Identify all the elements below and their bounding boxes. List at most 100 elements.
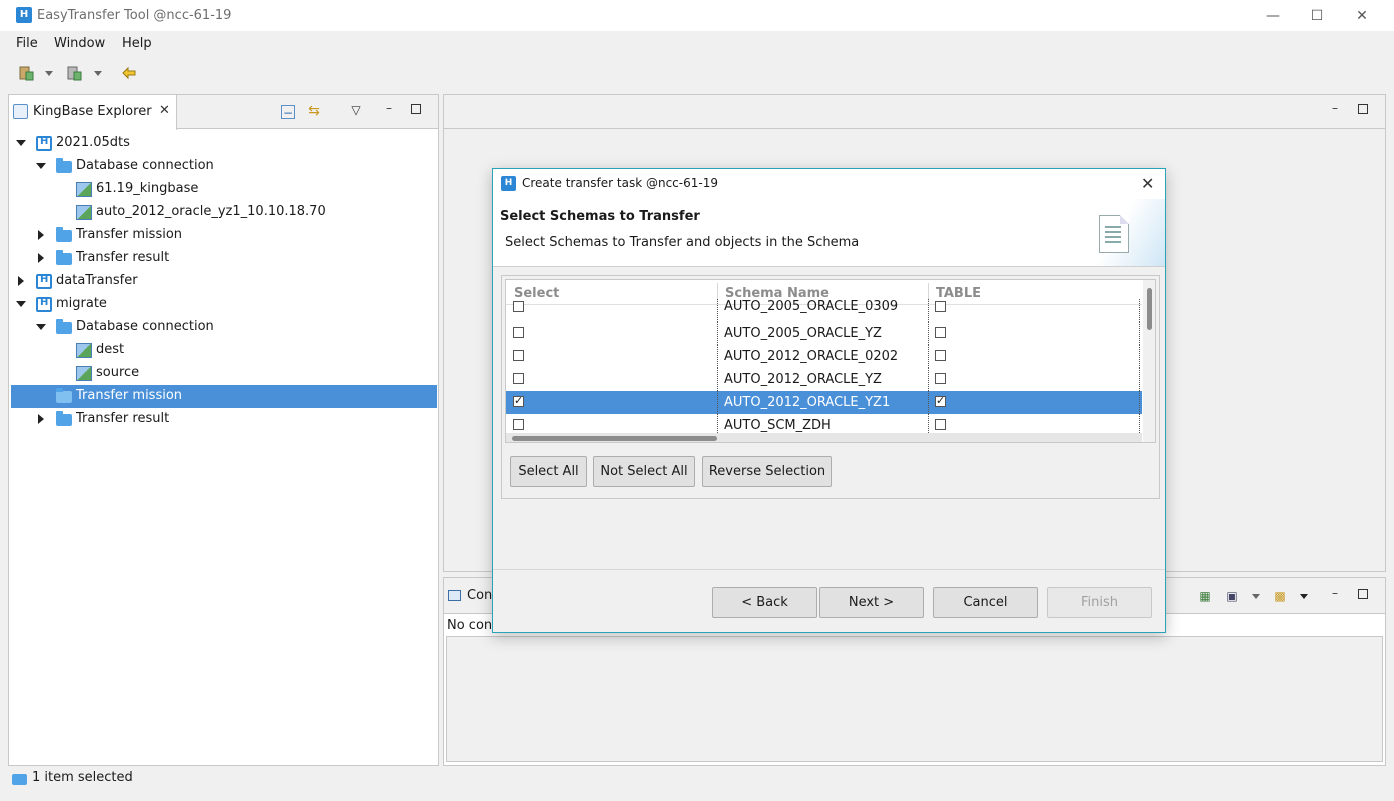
chevron-down-icon[interactable] (16, 140, 26, 146)
maximize-icon[interactable]: ☐ (1307, 6, 1327, 26)
app-logo-icon: H (16, 7, 32, 23)
table-row[interactable]: AUTO_2005_ORACLE_0309 (506, 299, 1142, 322)
tree-node-label: Transfer mission (76, 227, 183, 242)
minimize-panel-icon[interactable]: – (1328, 586, 1342, 600)
tab-kingbase-explorer[interactable]: KingBase Explorer ✕ (9, 95, 177, 130)
tree-node-connection[interactable]: dest (11, 339, 437, 362)
back-button[interactable]: < Back (712, 587, 817, 618)
maximize-panel-icon[interactable] (1358, 104, 1368, 114)
select-checkbox[interactable] (513, 327, 524, 338)
select-checkbox[interactable] (513, 419, 524, 430)
schema-selection-group: Select Schema Name TABLE AUTO_2005_ORACL… (501, 275, 1160, 499)
chevron-down-icon[interactable] (45, 71, 53, 76)
table-checkbox[interactable] (935, 301, 946, 312)
maximize-panel-icon[interactable] (411, 104, 421, 114)
menu-file[interactable]: File (16, 36, 38, 51)
app-logo-icon: H (501, 176, 516, 191)
tree-node-folder-selected[interactable]: Transfer mission (11, 385, 437, 408)
tree-node-folder[interactable]: Transfer mission (11, 224, 437, 247)
tree-node-folder[interactable]: Transfer result (11, 247, 437, 270)
table-checkbox[interactable] (935, 327, 946, 338)
table-checkbox[interactable] (935, 373, 946, 384)
project-icon (36, 136, 52, 151)
scrollbar-thumb[interactable] (1147, 288, 1152, 330)
chevron-down-icon[interactable] (1300, 594, 1308, 599)
select-all-button[interactable]: Select All (510, 456, 587, 487)
open-console-icon[interactable]: ▣ (1225, 589, 1239, 603)
editor-header: – (444, 95, 1385, 129)
chevron-right-icon[interactable] (38, 230, 44, 240)
cell-divider (717, 391, 718, 414)
chevron-down-icon[interactable] (36, 324, 46, 330)
dialog-banner: Select Schemas to Transfer Select Schema… (493, 199, 1165, 267)
reverse-selection-button[interactable]: Reverse Selection (702, 456, 832, 487)
vertical-scrollbar[interactable] (1143, 280, 1155, 442)
new-console-icon[interactable]: ▩ (1273, 589, 1287, 603)
close-icon[interactable]: ✕ (1352, 6, 1372, 26)
minimize-panel-icon[interactable]: – (1328, 101, 1342, 115)
select-checkbox-checked[interactable] (513, 394, 524, 407)
maximize-panel-icon[interactable] (1358, 589, 1368, 599)
next-button[interactable]: Next > (819, 587, 924, 618)
tree-node-label: dest (96, 342, 125, 357)
table-checkbox-checked[interactable] (935, 394, 946, 407)
explorer-icon (13, 104, 28, 119)
new-task-icon[interactable] (66, 65, 82, 81)
close-tab-icon[interactable]: ✕ (159, 103, 170, 118)
table-row[interactable]: AUTO_2012_ORACLE_YZ (506, 368, 1142, 391)
table-checkbox[interactable] (935, 419, 946, 430)
tree-node-connection[interactable]: auto_2012_oracle_yz1_10.10.18.70 (11, 201, 437, 224)
tree-node-project[interactable]: 2021.05dts (11, 132, 437, 155)
link-editor-icon[interactable]: ⇆ (307, 104, 321, 118)
tree-node-folder[interactable]: Transfer result (11, 408, 437, 431)
table-row[interactable]: AUTO_2005_ORACLE_YZ (506, 322, 1142, 345)
dialog-heading: Select Schemas to Transfer (500, 209, 700, 224)
cell-divider (1139, 368, 1140, 391)
tree-node-connection[interactable]: 61.19_kingbase (11, 178, 437, 201)
display-console-icon[interactable]: ▦ (1198, 589, 1212, 603)
new-connection-icon[interactable] (18, 65, 34, 81)
select-checkbox[interactable] (513, 350, 524, 361)
horizontal-scrollbar[interactable] (506, 433, 1142, 442)
tree-node-connection[interactable]: source (11, 362, 437, 385)
table-row-selected[interactable]: AUTO_2012_ORACLE_YZ1 (506, 391, 1142, 414)
select-checkbox[interactable] (513, 301, 524, 312)
dialog-titlebar: H Create transfer task @ncc-61-19 ✕ (493, 169, 1165, 199)
tab-console[interactable]: Con (448, 588, 492, 603)
view-menu-icon[interactable]: ▽ (349, 103, 363, 117)
cancel-button[interactable]: Cancel (933, 587, 1038, 618)
select-checkbox[interactable] (513, 373, 524, 384)
chevron-right-icon[interactable] (18, 276, 24, 286)
tree-node-label: Transfer result (76, 250, 170, 265)
chevron-right-icon[interactable] (38, 414, 44, 424)
main-toolbar (0, 57, 1394, 89)
collapse-all-icon[interactable]: − (281, 105, 295, 120)
table-row[interactable]: AUTO_2012_ORACLE_0202 (506, 345, 1142, 368)
tree-node-project[interactable]: dataTransfer (11, 270, 437, 293)
schema-name-cell: AUTO_2005_ORACLE_0309 (724, 299, 899, 314)
minimize-icon[interactable]: — (1263, 6, 1283, 26)
menu-window[interactable]: Window (54, 36, 105, 51)
scrollbar-thumb[interactable] (512, 436, 717, 441)
status-text: 1 item selected (32, 770, 133, 785)
chevron-right-icon[interactable] (38, 253, 44, 263)
chevron-down-icon[interactable] (1252, 594, 1260, 599)
chevron-down-icon[interactable] (36, 163, 46, 169)
chevron-down-icon[interactable] (94, 71, 102, 76)
tree-node-project[interactable]: migrate (11, 293, 437, 316)
tree-node-folder[interactable]: Database connection (11, 155, 437, 178)
folder-icon (56, 411, 72, 426)
chevron-down-icon[interactable] (16, 301, 26, 307)
not-select-all-button[interactable]: Not Select All (593, 456, 695, 487)
tree-node-label: 61.19_kingbase (96, 181, 199, 196)
minimize-panel-icon[interactable]: – (382, 101, 396, 115)
table-checkbox[interactable] (935, 350, 946, 361)
menu-bar: File Window Help (0, 31, 1394, 57)
close-icon[interactable]: ✕ (1141, 174, 1154, 193)
menu-help[interactable]: Help (122, 36, 152, 51)
console-output (446, 636, 1383, 762)
folder-icon (56, 250, 72, 265)
back-arrow-icon[interactable] (121, 65, 137, 81)
cell-divider (1139, 391, 1140, 414)
tree-node-folder[interactable]: Database connection (11, 316, 437, 339)
